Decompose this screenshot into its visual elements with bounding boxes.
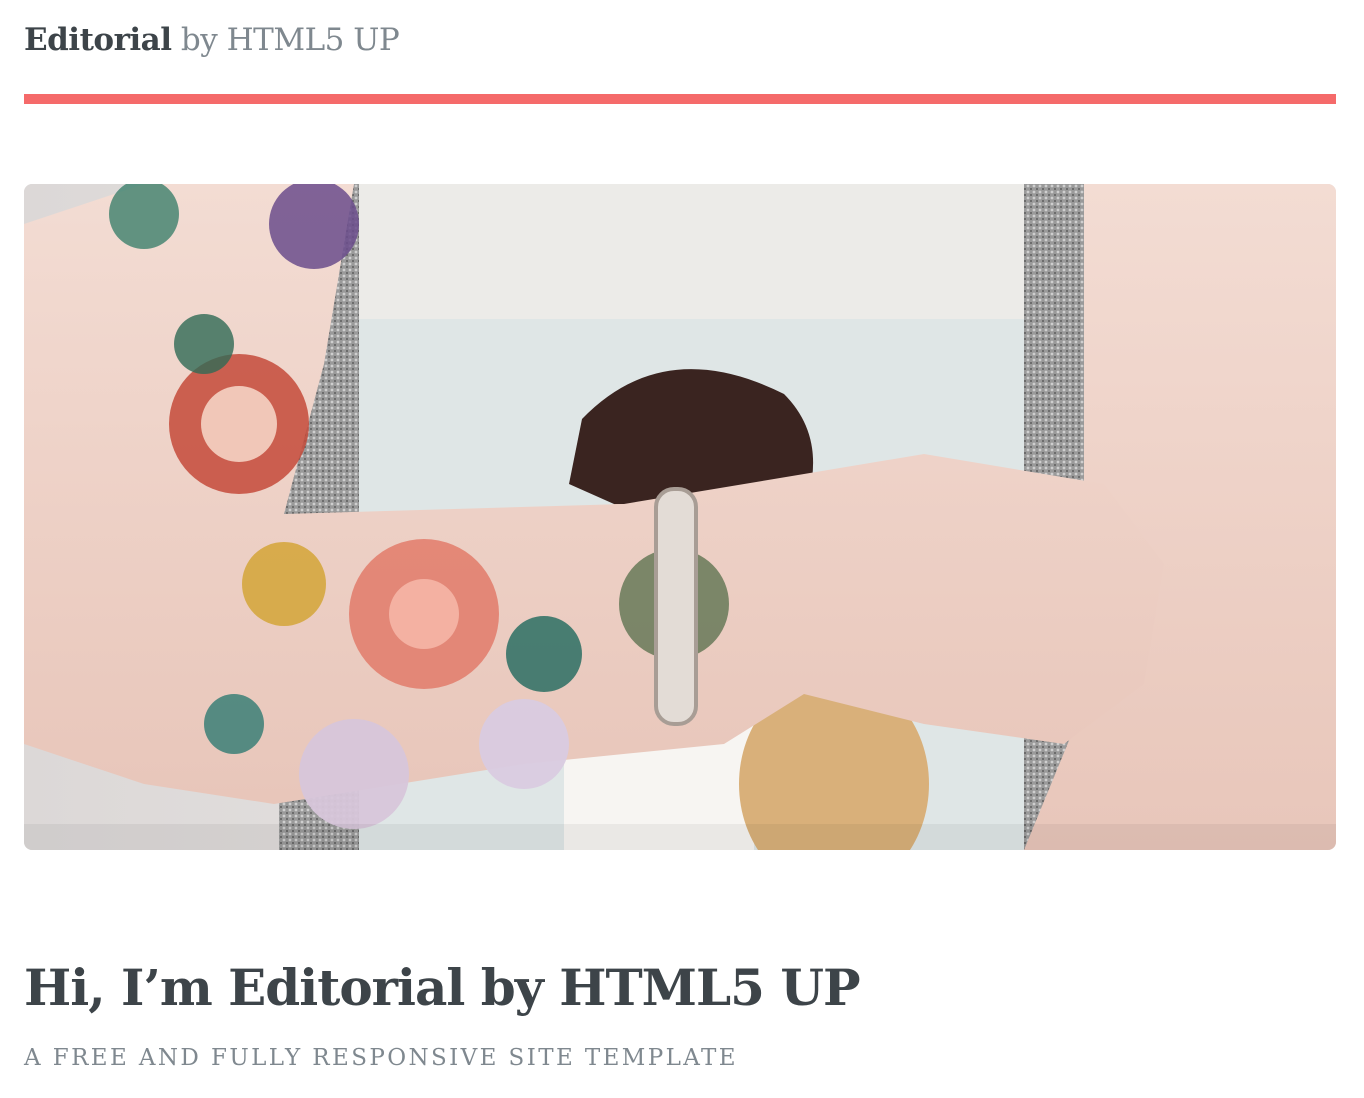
site-logo[interactable]: Editorial by HTML5 UP	[24, 20, 400, 60]
banner-image	[24, 184, 1336, 850]
logo-suffix: by HTML5 UP	[171, 22, 400, 58]
page-title: Hi, I’m Editorial by HTML5 UP	[24, 958, 861, 1017]
banner-photo	[24, 184, 1336, 850]
page-tagline: A free and fully responsive site templat…	[24, 1045, 738, 1071]
header-accent-rule	[24, 94, 1336, 104]
logo-brand: Editorial	[24, 22, 172, 58]
